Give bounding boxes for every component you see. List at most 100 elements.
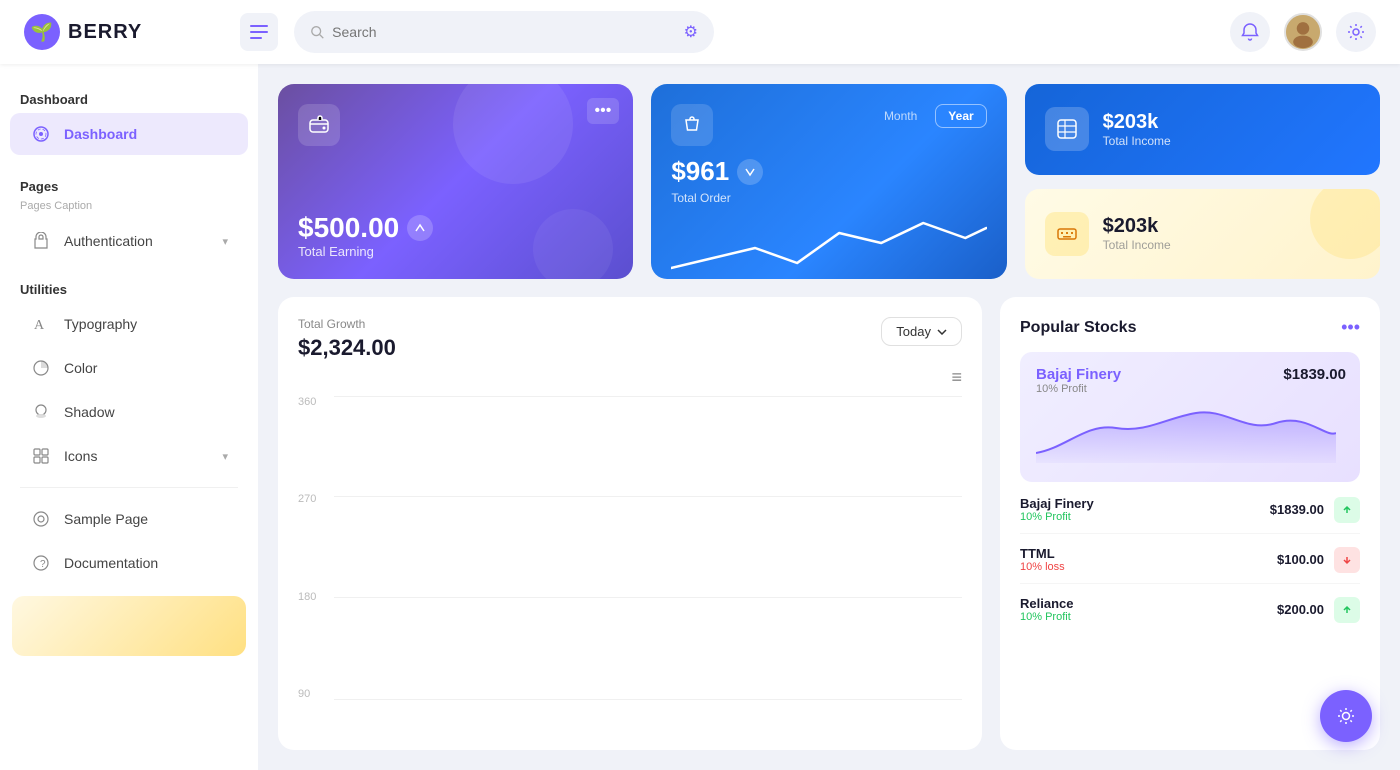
earning-trend-badge: [407, 215, 433, 241]
y-label-90: 90: [298, 688, 316, 700]
shopping-bag-icon: [681, 114, 703, 136]
today-button[interactable]: Today: [881, 317, 962, 346]
stock-item-3-info: Reliance 10% Profit: [1020, 596, 1073, 623]
stock-item-3-arrow: [1334, 597, 1360, 623]
icons-icon: [30, 445, 52, 467]
stock-mini-chart-svg: [1036, 403, 1336, 463]
stock-item-3-price: $200.00: [1277, 602, 1324, 617]
sidebar-item-icons[interactable]: Icons ▾: [10, 435, 248, 477]
stocks-menu-icon[interactable]: •••: [1341, 317, 1360, 338]
hamburger-icon: [250, 25, 268, 39]
search-icon: [310, 24, 324, 40]
tab-month-button[interactable]: Month: [872, 104, 929, 128]
total-earning-card: ••• $500.00 Total Earning: [278, 84, 633, 279]
trend-down-icon: [744, 166, 756, 178]
income-bottom-card: $203k Total Income: [1025, 189, 1380, 280]
wallet-icon: [308, 114, 330, 136]
sidebar-pages-caption: Pages Caption: [0, 198, 258, 218]
stock-item-1-info: Bajaj Finery 10% Profit: [1020, 496, 1094, 523]
menu-button[interactable]: [240, 13, 278, 51]
income-bottom-deco: [1310, 189, 1380, 259]
bottom-row: Total Growth $2,324.00 Today ≡ 360 270: [278, 297, 1380, 750]
search-bar: ⚙: [294, 11, 714, 53]
chevron-down-icon: [937, 329, 947, 335]
stock-item-2-name: TTML: [1020, 546, 1065, 561]
sidebar-item-documentation[interactable]: ? Documentation: [10, 542, 248, 584]
header-right: [1230, 12, 1376, 52]
notification-button[interactable]: [1230, 12, 1270, 52]
stock-feature-card: Bajaj Finery 10% Profit $1839.00: [1020, 352, 1360, 482]
income-bottom-icon: [1045, 212, 1089, 256]
trend-up-icon: [414, 222, 426, 234]
bar-chart-container: 360 270 180 90: [298, 396, 962, 730]
income-top-info: $203k Total Income: [1103, 111, 1171, 148]
stock-item-1-price: $1839.00: [1270, 502, 1324, 517]
sidebar-item-color[interactable]: Color: [10, 347, 248, 389]
sample-page-icon: [30, 508, 52, 530]
sidebar-section-dashboard: Dashboard: [0, 84, 258, 111]
order-wave-chart: [671, 213, 986, 279]
stocks-title: Popular Stocks: [1020, 319, 1136, 337]
sidebar-divider: [20, 487, 238, 488]
fab-gear-icon: [1335, 705, 1357, 727]
income-bottom-info: $203k Total Income: [1103, 215, 1171, 252]
total-order-card: Month Year $961 Total Order: [651, 84, 1006, 279]
bell-icon: [1240, 22, 1260, 42]
stock-item-3: Reliance 10% Profit $200.00: [1020, 596, 1360, 633]
stock-item-2-arrow: [1334, 547, 1360, 573]
gear-icon: [1347, 23, 1365, 41]
sidebar: Dashboard Dashboard Pages Pages Caption …: [0, 64, 258, 770]
total-earning-label: Total Earning: [298, 244, 613, 259]
avatar[interactable]: [1284, 13, 1322, 51]
arrow-down-icon: [1341, 554, 1353, 566]
shadow-icon: [30, 401, 52, 423]
stocks-card: Popular Stocks ••• Bajaj Finery 10% Prof…: [1000, 297, 1380, 750]
arrow-up-icon-3: [1341, 604, 1353, 616]
income-top-amount: $203k: [1103, 111, 1171, 134]
stock-item-2: TTML 10% loss $100.00: [1020, 546, 1360, 584]
sidebar-item-shadow[interactable]: Shadow: [10, 391, 248, 433]
authentication-icon: [30, 230, 52, 252]
tab-year-button[interactable]: Year: [935, 104, 986, 128]
icons-chevron: ▾: [222, 450, 228, 463]
income-bottom-amount: $203k: [1103, 215, 1171, 238]
stock-item-3-name: Reliance: [1020, 596, 1073, 611]
growth-chart-card: Total Growth $2,324.00 Today ≡ 360 270: [278, 297, 982, 750]
avatar-image: [1286, 13, 1320, 51]
stock-feature-price: $1839.00: [1283, 366, 1346, 383]
income-top-card: $203k Total Income: [1025, 84, 1380, 175]
sidebar-item-shadow-label: Shadow: [64, 404, 115, 420]
order-tabs: Month Year: [872, 104, 987, 128]
stock-item-1-arrow: [1334, 497, 1360, 523]
search-input[interactable]: [332, 24, 675, 40]
chart-amount: $2,324.00: [298, 335, 396, 361]
logo-text: BERRY: [68, 21, 142, 44]
authentication-chevron: ▾: [222, 235, 228, 248]
sidebar-item-sample-page[interactable]: Sample Page: [10, 498, 248, 540]
total-order-amount: $961: [671, 156, 729, 187]
stock-item-1-right: $1839.00: [1270, 497, 1360, 523]
header: 🌱 BERRY ⚙: [0, 0, 1400, 64]
stock-item-1: Bajaj Finery 10% Profit $1839.00: [1020, 496, 1360, 534]
sidebar-item-typography[interactable]: A Typography: [10, 303, 248, 345]
chart-options-menu[interactable]: ≡: [298, 367, 962, 388]
sidebar-item-documentation-label: Documentation: [64, 555, 158, 571]
keyboard-icon: [1056, 223, 1078, 245]
stock-item-2-right: $100.00: [1277, 547, 1360, 573]
fab-settings-button[interactable]: [1320, 690, 1372, 742]
dashboard-icon: [30, 123, 52, 145]
total-order-label: Total Order: [671, 191, 986, 205]
filter-icon[interactable]: ⚙: [684, 22, 698, 42]
sidebar-item-color-label: Color: [64, 360, 97, 376]
income-top-icon: [1045, 107, 1089, 151]
sidebar-item-dashboard[interactable]: Dashboard: [10, 113, 248, 155]
table-icon: [1056, 118, 1078, 140]
settings-button[interactable]: [1336, 12, 1376, 52]
stock-feature-profit: 10% Profit: [1036, 383, 1344, 395]
logo-area: 🌱 BERRY: [24, 14, 224, 50]
sidebar-item-authentication[interactable]: Authentication ▾: [10, 220, 248, 262]
order-trend-badge: [737, 159, 763, 185]
stocks-header: Popular Stocks •••: [1020, 317, 1360, 338]
sidebar-item-sample-page-label: Sample Page: [64, 511, 148, 527]
earning-card-menu-button[interactable]: •••: [587, 98, 620, 124]
